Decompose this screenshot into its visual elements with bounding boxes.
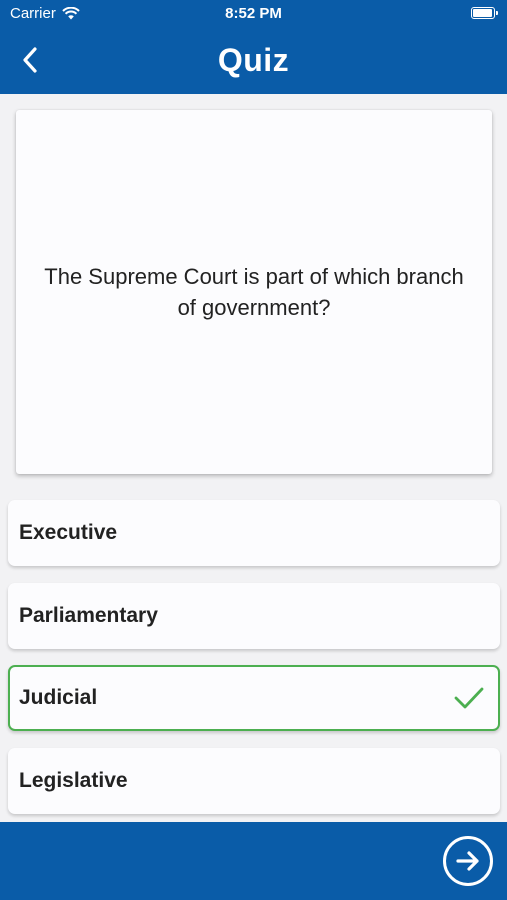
question-card: The Supreme Court is part of which branc… <box>16 110 492 474</box>
top-bar: Carrier 8:52 PM Quiz <box>0 0 507 94</box>
checkmark-icon <box>454 687 484 709</box>
next-button[interactable] <box>443 836 493 886</box>
quiz-screen: Carrier 8:52 PM Quiz The Supreme Court i… <box>0 0 507 900</box>
status-bar: Carrier 8:52 PM <box>0 0 507 28</box>
question-text: The Supreme Court is part of which branc… <box>44 264 464 320</box>
answer-label: Executive <box>19 521 118 544</box>
battery-icon <box>471 7 498 19</box>
answer-option-judicial[interactable]: Judicial <box>8 665 500 731</box>
answer-label: Parliamentary <box>19 604 158 627</box>
answer-label: Legislative <box>19 769 128 792</box>
status-time: 8:52 PM <box>225 5 282 22</box>
answer-option-parliamentary[interactable]: Parliamentary <box>8 583 500 649</box>
answer-option-executive[interactable]: Executive <box>8 500 500 566</box>
nav-header: Quiz <box>0 28 507 94</box>
answer-option-legislative[interactable]: Legislative <box>8 748 500 814</box>
page-title: Quiz <box>217 42 290 78</box>
bottom-bar <box>0 822 507 900</box>
battery-fill <box>473 9 492 17</box>
answer-label: Judicial <box>19 686 98 709</box>
arrow-right-icon <box>456 851 479 871</box>
